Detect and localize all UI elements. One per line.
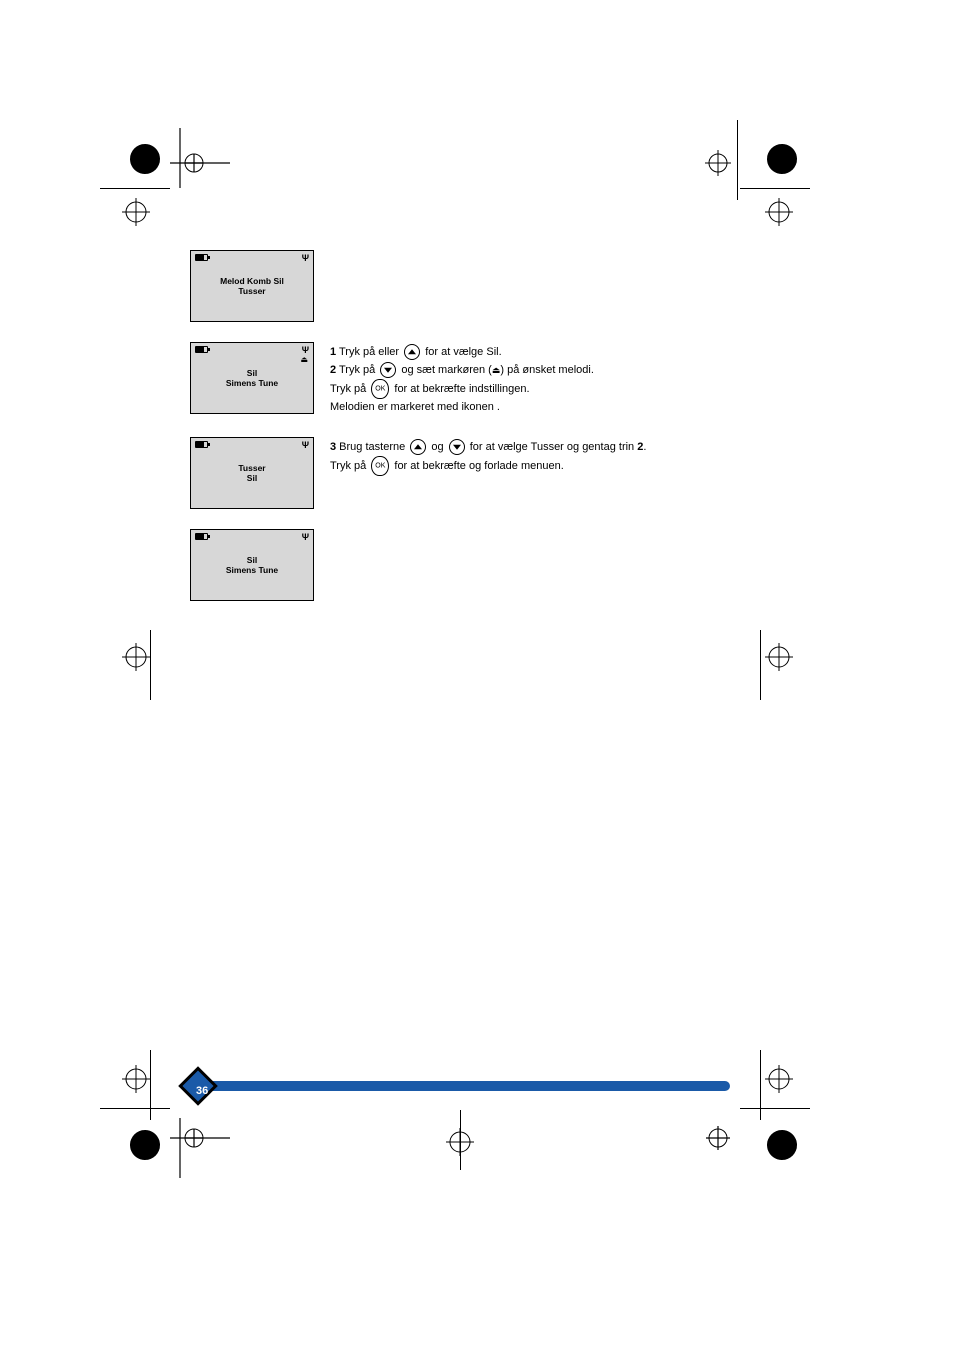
step-row-4: Ψ Sil Simens Tune <box>190 529 730 601</box>
step-3-2b: for at bekræfte og forlade menuen. <box>391 460 563 472</box>
step-2-1c: ) på ønsket melodi. <box>500 364 594 376</box>
step-2-1a: Tryk på <box>336 364 378 376</box>
reg-cross-top-right-a <box>705 150 731 176</box>
step-3-1a: Brug tasterne <box>336 441 408 453</box>
step-2-3: Melodien er markeret med ikonen . <box>330 401 500 413</box>
up-arrow-button[interactable] <box>404 344 420 360</box>
down-arrow-button[interactable] <box>449 439 465 455</box>
page-content: Ψ Melod Komb Sil Tusser Ψ ⏏ Sil Simens T… <box>190 250 730 621</box>
page-footer: 36 <box>190 1081 730 1091</box>
reg-hline-br <box>740 1108 810 1109</box>
reg-vline-mr <box>760 630 761 700</box>
reg-vline-bc <box>460 1110 461 1170</box>
phone-screen-3: Ψ Tusser Sil <box>190 437 314 509</box>
reg-hatch-bot-right <box>765 1128 799 1162</box>
screen-3-text: Tusser Sil <box>191 463 313 483</box>
step-1b: for at vælge Sil. <box>422 346 501 358</box>
phone-screen-2: Ψ ⏏ Sil Simens Tune <box>190 342 314 414</box>
screen-2-text: Sil Simens Tune <box>191 368 313 388</box>
reg-cross-bot-left-a <box>122 1065 150 1093</box>
battery-icon <box>195 254 208 261</box>
footer-bar: 36 <box>190 1081 730 1091</box>
phone-screen-1: Ψ Melod Komb Sil Tusser <box>190 250 314 322</box>
ok-button[interactable] <box>371 456 389 476</box>
reg-vline-bl <box>150 1050 151 1120</box>
reg-hline-tl <box>100 188 170 189</box>
step-row-1: Ψ Melod Komb Sil Tusser <box>190 250 730 322</box>
step-2-2b: for at bekræfte indstillingen. <box>391 383 529 395</box>
marker-icon: ⏏ <box>300 356 308 364</box>
step-3-text: 3 Brug tasterne og for at vælge Tusser o… <box>330 437 646 477</box>
ok-button[interactable] <box>371 379 389 399</box>
battery-icon <box>195 346 208 353</box>
reg-vline-tr <box>737 120 738 200</box>
reg-cross-mid-left <box>122 643 150 671</box>
screen-1-text: Melod Komb Sil Tusser <box>191 276 313 296</box>
page-number: 36 <box>196 1085 208 1097</box>
step-2-2a: Tryk på <box>330 383 369 395</box>
reg-corner-br <box>698 1118 738 1158</box>
antenna-icon: Ψ <box>302 253 309 264</box>
up-arrow-button[interactable] <box>410 439 426 455</box>
step-2-1b: og sæt markøren ( <box>398 364 492 376</box>
reg-cross-top-left <box>122 198 150 226</box>
reg-vline-ml <box>150 630 151 700</box>
step-1-2-text: 1 Tryk på eller for at vælge Sil. 2 Tryk… <box>330 342 594 417</box>
step-1a: Tryk på eller <box>336 346 402 358</box>
reg-hline-tr <box>740 188 810 189</box>
reg-hatch-bot-left <box>128 1128 162 1162</box>
reg-hatch-top-left <box>128 142 162 176</box>
battery-icon <box>195 441 208 448</box>
step-row-2: Ψ ⏏ Sil Simens Tune 1 Tryk på eller for … <box>190 342 730 417</box>
reg-cross-bot-right-a <box>765 1065 793 1093</box>
down-arrow-button[interactable] <box>380 362 396 378</box>
step-row-3: Ψ Tusser Sil 3 Brug tasterne og for at v… <box>190 437 730 509</box>
reg-cross-mid-right <box>765 643 793 671</box>
battery-icon <box>195 533 208 540</box>
step-3-1c: for at vælge Tusser og gentag trin <box>467 441 635 453</box>
reg-vline-br <box>760 1050 761 1120</box>
screen-4-text: Sil Simens Tune <box>191 555 313 575</box>
step-3-1b: og <box>428 441 446 453</box>
reg-hline-bl <box>100 1108 170 1109</box>
reg-cross-top-right-b <box>765 198 793 226</box>
reg-corner-bl <box>170 1108 240 1178</box>
reg-corner-tl <box>170 128 240 198</box>
antenna-icon: Ψ <box>302 440 309 451</box>
step-3-2a: Tryk på <box>330 460 369 472</box>
phone-screen-4: Ψ Sil Simens Tune <box>190 529 314 601</box>
reg-hatch-top-right <box>765 142 799 176</box>
antenna-icon: Ψ <box>302 532 309 543</box>
step-3-ref: 2 <box>637 441 643 453</box>
